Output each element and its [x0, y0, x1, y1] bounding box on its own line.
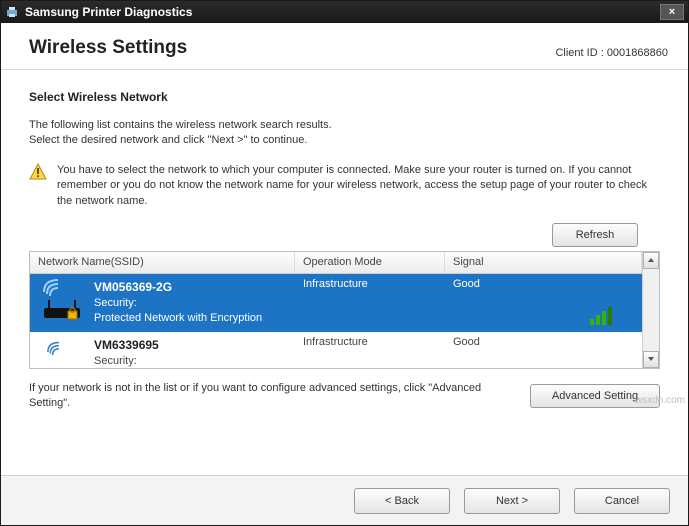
col-header-name[interactable]: Network Name(SSID) — [30, 252, 295, 273]
advanced-row: If your network is not in the list or if… — [29, 369, 660, 412]
network-mode: Infrastructure — [295, 332, 445, 368]
next-button[interactable]: Next > — [464, 488, 560, 514]
section-title: Select Wireless Network — [29, 90, 660, 104]
col-header-signal[interactable]: Signal — [445, 252, 642, 273]
list-header: Network Name(SSID) Operation Mode Signal — [30, 252, 642, 274]
watermark: wsxdn.com — [635, 395, 685, 406]
content-area: Select Wireless Network The following li… — [1, 70, 688, 475]
page-header: Wireless Settings Client ID : 0001868860 — [1, 23, 688, 70]
list-scrollbar[interactable] — [642, 252, 659, 368]
warning-row: You have to select the network to which … — [29, 163, 660, 209]
network-signal-label: Good — [453, 336, 480, 348]
printer-icon — [5, 5, 19, 19]
network-list: Network Name(SSID) Operation Mode Signal — [29, 251, 660, 369]
titlebar: Samsung Printer Diagnostics × — [1, 1, 688, 23]
client-id-label: Client ID : — [555, 47, 606, 59]
network-security-value: Protected Network with Encryption — [94, 312, 262, 324]
wifi-icon — [38, 336, 86, 368]
window-close-button[interactable]: × — [660, 4, 684, 20]
back-button[interactable]: < Back — [354, 488, 450, 514]
network-list-inner: Network Name(SSID) Operation Mode Signal — [30, 252, 642, 368]
router-icon — [38, 278, 86, 324]
network-security-label: Security: — [94, 355, 159, 367]
network-security-label: Security: — [94, 297, 262, 309]
warning-text: You have to select the network to which … — [57, 163, 660, 209]
app-title: Samsung Printer Diagnostics — [25, 5, 192, 19]
wizard-footer: < Back Next > Cancel — [1, 475, 688, 525]
network-row[interactable]: VM6339695 Security: Infrastructure Good — [30, 332, 642, 368]
network-text: VM056369-2G Security: Protected Network … — [94, 278, 262, 328]
network-row[interactable]: VM056369-2G Security: Protected Network … — [30, 274, 642, 332]
client-id-value: 0001868860 — [607, 47, 668, 59]
cancel-button[interactable]: Cancel — [574, 488, 670, 514]
client-id: Client ID : 0001868860 — [555, 47, 668, 59]
signal-bars-icon — [590, 307, 614, 328]
network-signal-label: Good — [453, 278, 480, 290]
col-header-mode[interactable]: Operation Mode — [295, 252, 445, 273]
refresh-row: Refresh — [29, 223, 660, 247]
refresh-button[interactable]: Refresh — [552, 223, 638, 247]
network-ssid: VM056369-2G — [94, 280, 262, 294]
advanced-text: If your network is not in the list or if… — [29, 381, 514, 412]
desc-line-1: The following list contains the wireless… — [29, 118, 660, 133]
scroll-down-button[interactable] — [643, 351, 659, 368]
warning-icon — [29, 163, 47, 209]
network-ssid: VM6339695 — [94, 338, 159, 352]
desc-line-2: Select the desired network and click "Ne… — [29, 133, 660, 148]
scroll-up-button[interactable] — [643, 252, 659, 269]
window: Samsung Printer Diagnostics × Wireless S… — [0, 0, 689, 526]
network-mode: Infrastructure — [295, 274, 445, 332]
page-title: Wireless Settings — [29, 37, 187, 59]
network-text: VM6339695 Security: — [94, 336, 159, 364]
section-description: The following list contains the wireless… — [29, 118, 660, 149]
